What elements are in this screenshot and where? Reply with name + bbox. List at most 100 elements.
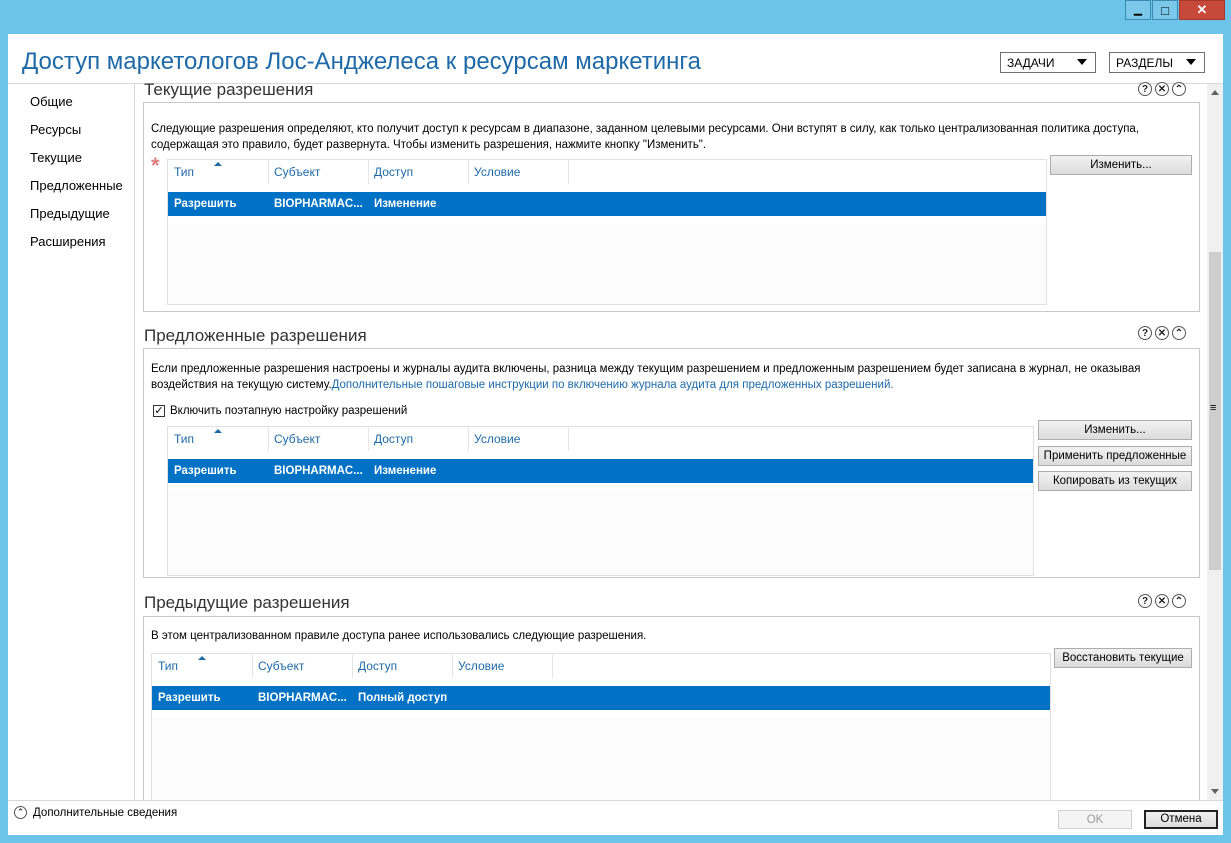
sidebar-nav: Общие Ресурсы Текущие Предложенные Преды… [30, 94, 123, 262]
sidebar-divider [134, 84, 135, 800]
apply-proposed-button[interactable]: Применить предложенные [1038, 446, 1192, 466]
proposed-section-panel: Если предложенные разрешения настроены и… [143, 348, 1200, 578]
previous-description: В этом централизованном правиле доступа … [151, 630, 647, 642]
audit-instructions-link[interactable]: Дополнительные пошаговые инструкции по в… [332, 379, 894, 391]
grid-background [168, 224, 1046, 304]
required-marker: * [151, 153, 160, 178]
table-row[interactable]: Разрешить BIOPHARMAC... Изменение [168, 459, 1033, 483]
close-icon[interactable]: ✕ [1155, 82, 1169, 96]
proposed-section-controls: ? ✕ ⌃ [1138, 326, 1186, 340]
collapse-icon[interactable]: ⌃ [1172, 326, 1186, 340]
close-icon[interactable]: ✕ [1155, 594, 1169, 608]
help-icon[interactable]: ? [1138, 82, 1152, 96]
close-icon[interactable]: ✕ [1155, 326, 1169, 340]
chevron-down-icon [1077, 59, 1087, 65]
column-divider [252, 654, 253, 678]
proposed-section-title: Предложенные разрешения [144, 326, 367, 345]
previous-permissions-grid: Тип Субъект Доступ Условие Разрешить BIO… [151, 653, 1051, 801]
column-divider [368, 427, 369, 451]
sidebar-item-resources[interactable]: Ресурсы [30, 122, 123, 150]
maximize-icon: □ [1161, 2, 1169, 18]
minimize-icon: ▁ [1134, 4, 1142, 16]
collapse-icon[interactable]: ⌃ [1172, 594, 1186, 608]
cell-subject: BIOPHARMAC... [274, 198, 363, 210]
sections-dropdown-label: РАЗДЕЛЫ [1116, 55, 1173, 70]
sidebar-item-previous[interactable]: Предыдущие [30, 206, 123, 234]
column-divider [368, 160, 369, 184]
chevron-down-icon [1186, 59, 1196, 65]
column-header-subject[interactable]: Субъект [274, 160, 320, 184]
sidebar-item-proposed[interactable]: Предложенные [30, 178, 123, 206]
help-icon[interactable]: ? [1138, 594, 1152, 608]
proposed-edit-button[interactable]: Изменить... [1038, 420, 1192, 440]
previous-section-panel: В этом централизованном правиле доступа … [143, 616, 1200, 801]
column-divider [568, 160, 569, 184]
more-info-toggle[interactable]: ⌃ Дополнительные сведения [14, 806, 177, 819]
vertical-scrollbar[interactable]: ≡ [1207, 84, 1223, 800]
maximize-button[interactable]: □ [1152, 0, 1178, 20]
sidebar-item-current[interactable]: Текущие [30, 150, 123, 178]
scroll-down-icon[interactable] [1211, 789, 1219, 794]
close-icon: ✕ [1196, 2, 1208, 17]
cell-subject: BIOPHARMAC... [258, 692, 347, 704]
minimize-button[interactable]: ▁ [1125, 0, 1151, 20]
cell-access: Изменение [374, 198, 437, 210]
column-header-type[interactable]: Тип [174, 427, 194, 451]
staged-permissions-label[interactable]: Включить поэтапную настройку разрешений [170, 403, 407, 419]
help-icon[interactable]: ? [1138, 326, 1152, 340]
current-description: Следующие разрешения определяют, кто пол… [151, 123, 1140, 151]
table-row[interactable]: Разрешить BIOPHARMAC... Полный доступ [152, 686, 1050, 710]
sections-dropdown[interactable]: РАЗДЕЛЫ [1109, 52, 1205, 73]
dialog-content: Доступ маркетологов Лос-Анджелеса к ресу… [8, 34, 1223, 835]
grid-background [152, 718, 1050, 801]
grid-background [168, 491, 1033, 575]
column-header-access[interactable]: Доступ [358, 654, 397, 678]
column-header-type[interactable]: Тип [174, 160, 194, 184]
cell-access: Полный доступ [358, 692, 448, 704]
proposed-description: Если предложенные разрешения настроены и… [151, 361, 1186, 393]
previous-section-title: Предыдущие разрешения [144, 593, 350, 612]
column-divider [468, 427, 469, 451]
restore-current-button[interactable]: Восстановить текущие [1054, 648, 1192, 668]
current-edit-button[interactable]: Изменить... [1050, 155, 1192, 175]
more-info-label: Дополнительные сведения [33, 806, 178, 819]
staged-permissions-checkbox[interactable]: ✓ [153, 405, 165, 417]
column-header-subject[interactable]: Субъект [274, 427, 320, 451]
column-header-type[interactable]: Тип [158, 654, 178, 678]
column-header-condition[interactable]: Условие [458, 654, 504, 678]
current-section-title: Текущие разрешения [144, 80, 314, 99]
tasks-dropdown[interactable]: ЗАДАЧИ [1000, 52, 1096, 73]
page-title: Доступ маркетологов Лос-Анджелеса к ресу… [22, 48, 701, 75]
cell-type: Разрешить [174, 198, 237, 210]
table-row[interactable]: Разрешить BIOPHARMAC... Изменение [168, 192, 1046, 216]
window-frame-left [0, 0, 8, 843]
column-header-condition[interactable]: Условие [474, 160, 520, 184]
sort-ascending-icon [214, 429, 222, 433]
scroll-up-icon[interactable] [1211, 90, 1219, 95]
sidebar-item-general[interactable]: Общие [30, 94, 123, 122]
column-header-condition[interactable]: Условие [474, 427, 520, 451]
current-section-panel: Следующие разрешения определяют, кто пол… [143, 102, 1200, 312]
window-frame-bottom [0, 835, 1231, 843]
sidebar-item-extensions[interactable]: Расширения [30, 234, 123, 262]
column-divider [268, 160, 269, 184]
sort-ascending-icon [214, 162, 222, 166]
column-header-access[interactable]: Доступ [374, 427, 413, 451]
ok-button[interactable]: OK [1058, 810, 1132, 829]
proposed-permissions-grid: Тип Субъект Доступ Условие Разрешить BIO… [167, 426, 1034, 576]
cancel-button[interactable]: Отмена [1144, 810, 1218, 829]
column-divider [568, 427, 569, 451]
cell-type: Разрешить [158, 692, 221, 704]
window-frame-right [1223, 0, 1231, 843]
copy-from-current-button[interactable]: Копировать из текущих [1038, 471, 1192, 491]
collapse-icon[interactable]: ⌃ [1172, 82, 1186, 96]
footer-divider [8, 800, 1223, 801]
column-divider [352, 654, 353, 678]
column-header-subject[interactable]: Субъект [258, 654, 304, 678]
scrollbar-grip-icon: ≡ [1210, 402, 1217, 414]
close-window-button[interactable]: ✕ [1179, 0, 1225, 20]
tasks-dropdown-label: ЗАДАЧИ [1007, 55, 1055, 70]
column-header-access[interactable]: Доступ [374, 160, 413, 184]
column-divider [552, 654, 553, 678]
previous-section-controls: ? ✕ ⌃ [1138, 594, 1186, 608]
